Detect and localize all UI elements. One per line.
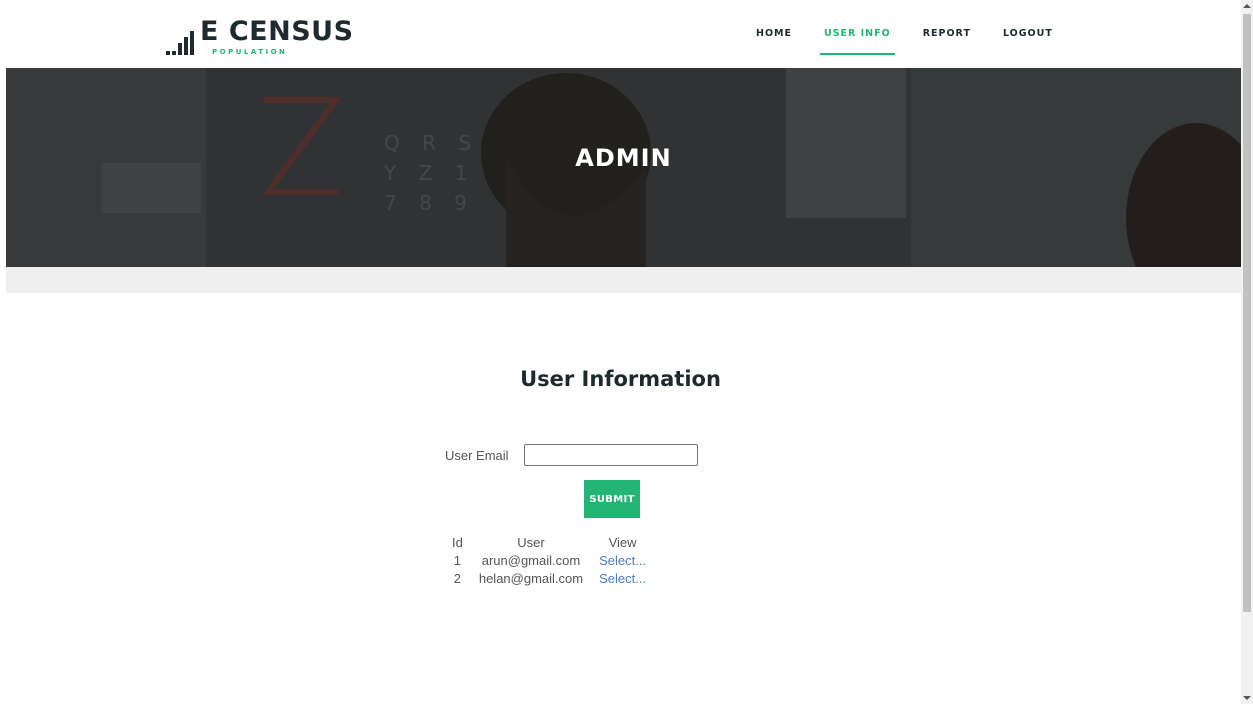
scroll-down-icon[interactable] bbox=[1243, 696, 1251, 700]
nav-user-info[interactable]: USER INFO bbox=[808, 0, 907, 68]
banner-strip bbox=[6, 267, 1241, 293]
main-nav: HOME USER INFO REPORT LOGOUT bbox=[740, 0, 1069, 68]
header-id: Id bbox=[452, 535, 463, 550]
email-label: User Email bbox=[445, 447, 509, 463]
email-input[interactable] bbox=[523, 444, 698, 466]
logo-subtitle: POPULATION bbox=[212, 48, 288, 56]
user-table: Id User View 1 arun@gmail.com Select... … bbox=[444, 534, 654, 587]
nav-report[interactable]: REPORT bbox=[907, 0, 987, 68]
table-row: 1 arun@gmail.com Select... bbox=[444, 551, 654, 569]
hero-banner: Q R S Y Z 1 7 8 9 ADMIN bbox=[6, 68, 1241, 267]
row-id: 2 bbox=[453, 570, 462, 586]
logo-title: E CENSUS bbox=[200, 16, 354, 47]
nav-home[interactable]: HOME bbox=[740, 0, 808, 68]
site-header: E CENSUS POPULATION HOME USER INFO REPOR… bbox=[0, 0, 1241, 68]
table-row: 2 helan@gmail.com Select... bbox=[444, 569, 654, 587]
row-user: helan@gmail.com bbox=[478, 570, 584, 586]
nav-logout[interactable]: LOGOUT bbox=[987, 0, 1069, 68]
site-logo[interactable]: E CENSUS POPULATION bbox=[166, 17, 354, 57]
submit-button[interactable]: SUBMIT bbox=[584, 480, 640, 518]
row-id: 1 bbox=[453, 552, 462, 568]
scroll-thumb[interactable] bbox=[1243, 14, 1251, 612]
banner-title: ADMIN bbox=[575, 144, 672, 172]
signal-bars-icon bbox=[166, 31, 194, 57]
page-title: User Information bbox=[520, 367, 721, 391]
select-link[interactable]: Select... bbox=[599, 553, 646, 568]
header-user: User bbox=[517, 535, 545, 550]
email-form-row: User Email bbox=[445, 444, 698, 466]
select-link[interactable]: Select... bbox=[599, 571, 646, 586]
header-view: View bbox=[608, 535, 637, 550]
table-header-row: Id User View bbox=[444, 534, 654, 551]
page-scrollbar[interactable] bbox=[1241, 0, 1253, 704]
scroll-up-icon[interactable] bbox=[1243, 4, 1251, 8]
row-user: arun@gmail.com bbox=[481, 552, 581, 568]
